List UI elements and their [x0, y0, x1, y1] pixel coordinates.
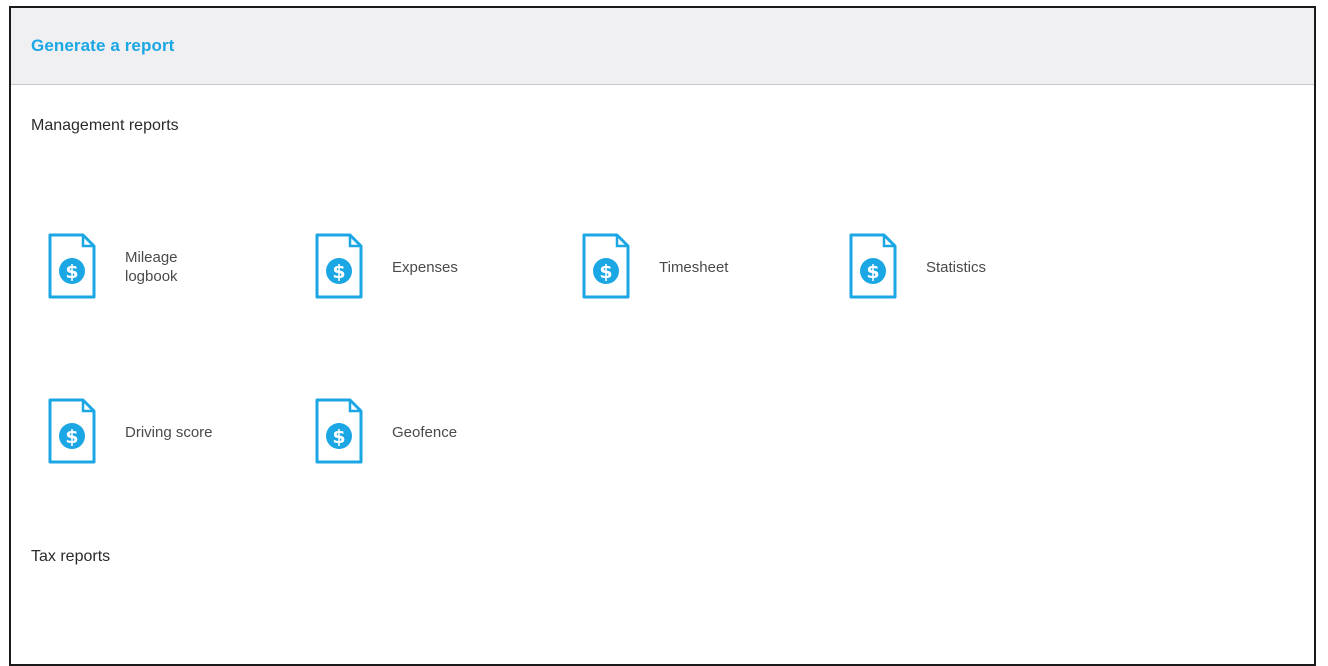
dollar-document-icon: $ — [849, 233, 897, 299]
dollar-document-icon: $ — [582, 233, 630, 299]
svg-text:$: $ — [332, 261, 345, 283]
dollar-document-icon: $ — [315, 233, 363, 299]
report-label: Timesheet — [659, 258, 729, 276]
report-mileage-logbook[interactable]: $ Mileage logbook — [47, 232, 287, 302]
page-title: Generate a report — [31, 36, 175, 55]
svg-text:$: $ — [65, 426, 78, 448]
panel-header: Generate a report — [11, 8, 1314, 85]
report-label: Driving score — [125, 423, 213, 441]
management-reports-heading: Management reports — [31, 117, 179, 134]
svg-text:$: $ — [65, 261, 78, 283]
report-label: Statistics — [926, 258, 987, 276]
tax-reports-heading: Tax reports — [31, 548, 111, 565]
dollar-document-icon: $ — [48, 233, 96, 299]
report-label: Geofence — [392, 423, 458, 441]
report-driving-score[interactable]: $ Driving score — [47, 397, 287, 467]
report-geofence[interactable]: $ Geofence — [314, 397, 554, 467]
dollar-document-icon: $ — [315, 398, 363, 464]
svg-text:$: $ — [599, 261, 612, 283]
report-statistics[interactable]: $ Statistics — [848, 232, 1088, 302]
report-timesheet[interactable]: $ Timesheet — [581, 232, 821, 302]
report-label: Expenses — [392, 258, 458, 276]
report-label: Mileage logbook — [125, 249, 178, 285]
report-expenses[interactable]: $ Expenses — [314, 232, 554, 302]
generate-report-panel: Generate a report Management reports $ M… — [9, 6, 1316, 666]
svg-text:$: $ — [866, 261, 879, 283]
dollar-document-icon: $ — [48, 398, 96, 464]
svg-text:$: $ — [332, 426, 345, 448]
